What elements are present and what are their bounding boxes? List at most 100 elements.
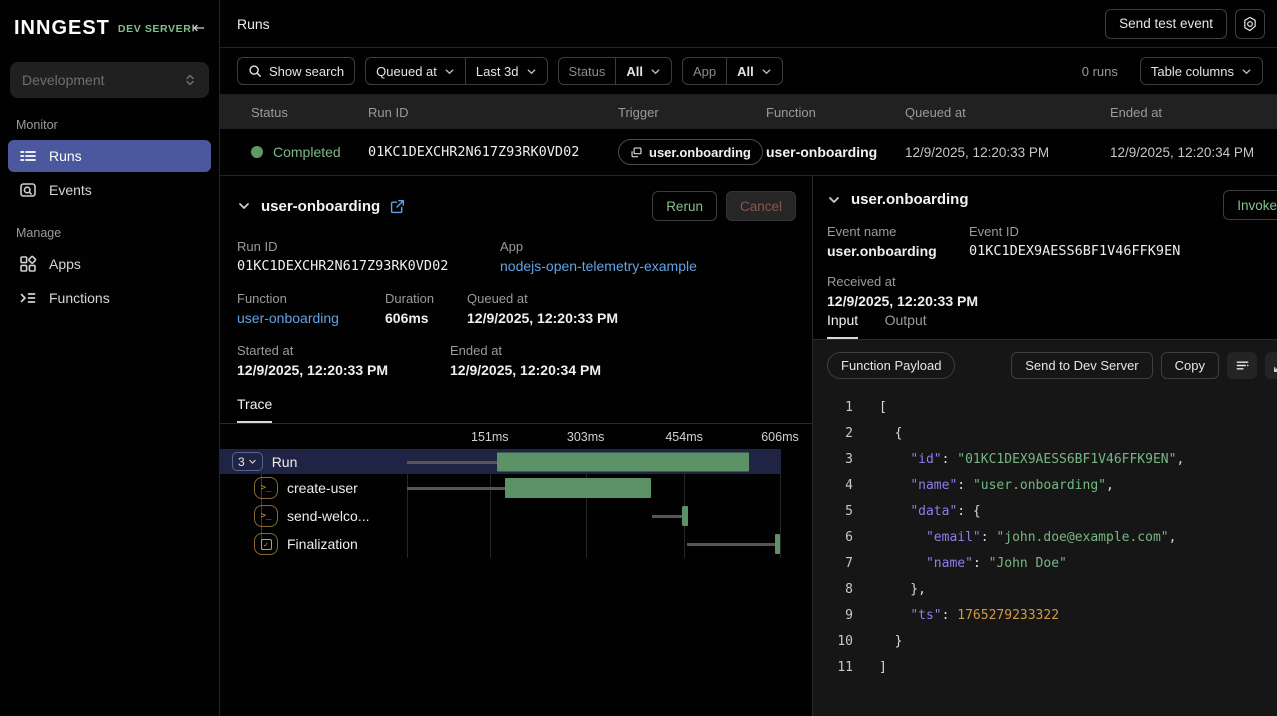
main-area: Runs Send test event Show search <box>220 0 1277 716</box>
event-trigger-icon <box>630 146 643 159</box>
send-to-dev-server-button[interactable]: Send to Dev Server <box>1011 352 1152 379</box>
queued-at-value: 12/9/2025, 12:20:33 PM <box>467 310 618 326</box>
app-root: INNGEST DEV SERVER ⇤ Development Monitor… <box>0 0 1277 716</box>
trigger-label: user.onboarding <box>649 145 751 160</box>
sidebar-item-label: Apps <box>49 256 81 272</box>
chevron-down-icon <box>761 66 772 77</box>
span-bar[interactable] <box>775 534 780 554</box>
table-columns-label: Table columns <box>1151 64 1234 79</box>
span-bar[interactable] <box>497 452 749 471</box>
code-line: 4 "name": "user.onboarding", <box>827 473 1277 499</box>
word-wrap-icon <box>1235 358 1250 373</box>
trace-row-finalization[interactable]: ✓Finalization <box>220 530 812 558</box>
status-dot <box>251 146 263 158</box>
sidebar-item-label: Events <box>49 182 92 198</box>
logo-row: INNGEST DEV SERVER ⇤ <box>0 0 219 56</box>
duration-value: 606ms <box>385 310 467 326</box>
queued-at-cell: 12/9/2025, 12:20:33 PM <box>905 145 1110 160</box>
collapse-chevron-icon[interactable] <box>237 199 251 213</box>
sidebar-item-functions[interactable]: Functions <box>8 282 211 314</box>
code-line: 2 { <box>827 421 1277 447</box>
sidebar-collapse-icon[interactable]: ⇤ <box>192 18 205 38</box>
word-wrap-button[interactable] <box>1227 352 1257 379</box>
app-filter[interactable]: App All <box>682 57 783 85</box>
tab-input[interactable]: Input <box>827 312 858 339</box>
code-line: 10 } <box>827 629 1277 655</box>
queue-duration-line <box>407 461 497 464</box>
chevron-down-icon <box>650 66 661 77</box>
span-bar[interactable] <box>682 506 688 526</box>
status-filter-label: Status <box>559 58 616 84</box>
status-filter[interactable]: Status All <box>558 57 672 85</box>
sidebar-item-runs[interactable]: Runs <box>8 140 211 172</box>
queued-at-dropdown[interactable]: Queued at <box>366 58 465 84</box>
apps-icon <box>18 254 38 274</box>
cancel-button[interactable]: Cancel <box>726 191 796 221</box>
queue-duration-line <box>652 515 682 518</box>
filter-bar: Show search Queued at Last 3d Status All <box>220 48 1277 95</box>
started-at-value: 12/9/2025, 12:20:33 PM <box>237 362 450 378</box>
chevron-down-icon <box>526 66 537 77</box>
page-title: Runs <box>237 16 270 32</box>
trace-row-label: create-user <box>287 480 358 496</box>
select-updown-icon <box>183 73 197 87</box>
column-header-function: Function <box>766 105 905 120</box>
table-row[interactable]: Completed 01KC1DEXCHR2N617Z93RK0VD02 use… <box>220 129 1277 175</box>
table-header: Status Run ID Trigger Function Queued at… <box>220 95 1277 129</box>
function-payload-button[interactable]: Function Payload <box>827 352 955 379</box>
started-at-label: Started at <box>237 343 450 358</box>
send-test-event-button[interactable]: Send test event <box>1105 9 1227 39</box>
sidebar-section-monitor: Monitor Runs Events <box>0 118 219 206</box>
tab-trace[interactable]: Trace <box>237 396 272 423</box>
time-range-dropdown[interactable]: Last 3d <box>465 58 547 84</box>
collapse-chevron-icon[interactable] <box>827 193 841 207</box>
gear-icon <box>1241 15 1259 33</box>
run-id-label: Run ID <box>237 239 500 254</box>
trace-row-create-user[interactable]: >_create-user <box>220 474 812 502</box>
copy-button[interactable]: Copy <box>1161 352 1219 379</box>
trace-row-label: Finalization <box>287 536 358 552</box>
code-line: 9 "ts": 1765279233322 <box>827 603 1277 629</box>
trace-tabs: Trace <box>220 394 812 424</box>
column-header-ended-at: Ended at <box>1110 105 1277 120</box>
column-header-queued-at: Queued at <box>905 105 1110 120</box>
trace-rows: 3Run>_create-user>_send-welco...✓Finaliz… <box>220 449 812 558</box>
code-line: 8 }, <box>827 577 1277 603</box>
queue-duration-line <box>407 487 505 490</box>
app-filter-value[interactable]: All <box>726 58 782 84</box>
table-columns-button[interactable]: Table columns <box>1140 57 1263 85</box>
inngest-logo: INNGEST <box>14 17 110 40</box>
tab-output[interactable]: Output <box>885 312 927 337</box>
invoke-button[interactable]: Invoke <box>1223 190 1277 220</box>
settings-button[interactable] <box>1235 9 1265 39</box>
show-search-button[interactable]: Show search <box>237 57 355 85</box>
span-bar[interactable] <box>505 478 652 498</box>
runs-icon <box>18 146 38 166</box>
app-filter-label: App <box>683 58 726 84</box>
section-label-manage: Manage <box>0 226 219 240</box>
external-link-icon[interactable] <box>390 199 405 214</box>
trace-waterfall: 151ms303ms454ms606ms 3Run>_create-user>_… <box>220 428 812 558</box>
column-header-status: Status <box>251 105 368 120</box>
received-at-value: 12/9/2025, 12:20:33 PM <box>827 293 978 309</box>
trace-row-send-welco[interactable]: >_send-welco... <box>220 502 812 530</box>
app-link[interactable]: nodejs-open-telemetry-example <box>500 258 697 274</box>
queued-at-label: Queued at <box>467 291 618 306</box>
rerun-button[interactable]: Rerun <box>652 191 717 221</box>
environment-select[interactable]: Development <box>10 62 209 98</box>
ended-at-value: 12/9/2025, 12:20:34 PM <box>450 362 601 378</box>
status-filter-value[interactable]: All <box>615 58 671 84</box>
sidebar-item-events[interactable]: Events <box>8 174 211 206</box>
chevron-down-icon <box>444 66 455 77</box>
event-details-panel: user.onboarding Invoke Event name user.o… <box>813 176 1277 716</box>
detail-panels: user-onboarding Rerun Cancel Run ID 01KC… <box>220 175 1277 716</box>
function-link[interactable]: user-onboarding <box>237 310 385 326</box>
ended-at-label: Ended at <box>450 343 601 358</box>
trace-row-run[interactable]: 3Run <box>220 449 781 474</box>
sidebar-item-apps[interactable]: Apps <box>8 248 211 280</box>
expand-button[interactable] <box>1265 352 1277 379</box>
span-count-badge[interactable]: 3 <box>232 452 263 471</box>
trigger-pill[interactable]: user.onboarding <box>618 139 763 165</box>
functions-icon <box>18 288 38 308</box>
code-line: 6 "email": "john.doe@example.com", <box>827 525 1277 551</box>
